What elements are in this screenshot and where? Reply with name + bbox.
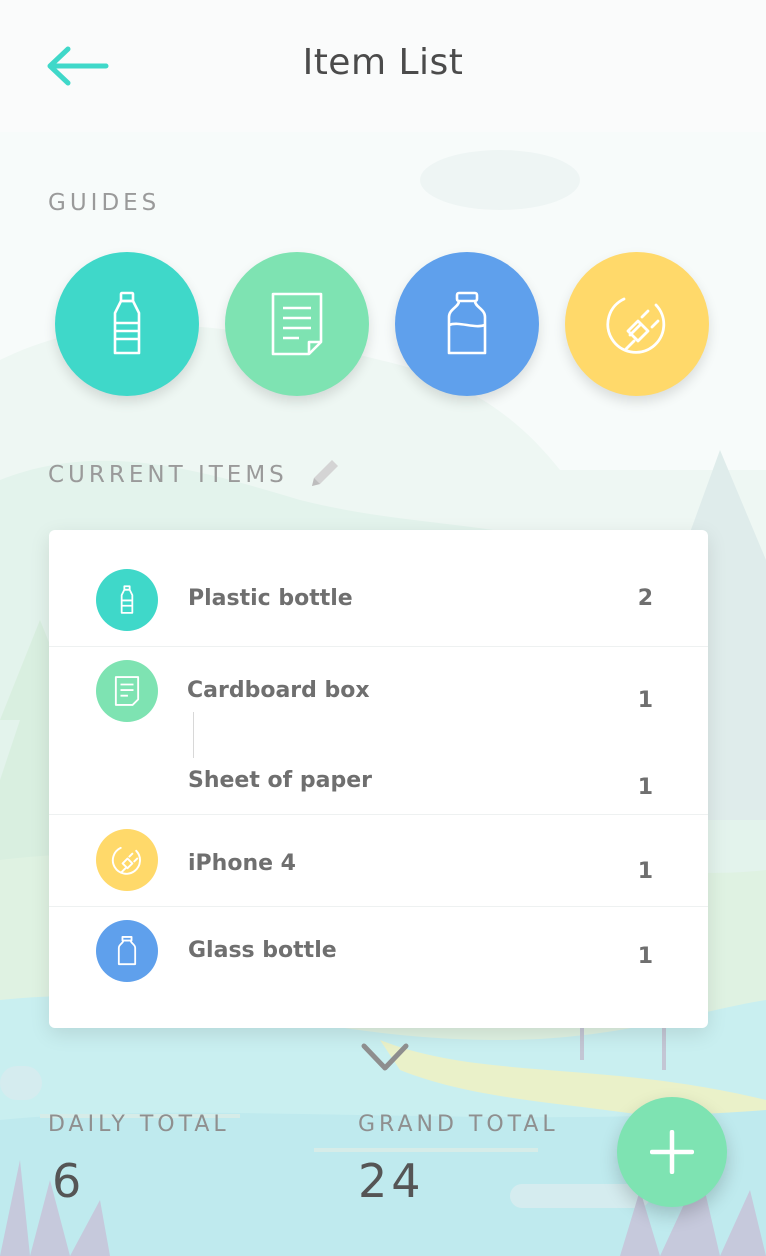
glass-bottle-icon: [117, 936, 137, 966]
plug-icon: [606, 297, 666, 354]
item-count: 1: [637, 944, 653, 969]
page-title: Item List: [302, 42, 464, 83]
item-name[interactable]: Plastic bottle: [188, 586, 353, 611]
add-item-button[interactable]: [617, 1097, 727, 1207]
chevron-down-icon[interactable]: [360, 1040, 410, 1074]
row-divider: [49, 906, 708, 907]
sub-item-name[interactable]: Sheet of paper: [188, 768, 372, 793]
row-divider: [49, 814, 708, 815]
plus-icon: [650, 1130, 694, 1174]
plastic-bottle-icon: [113, 291, 141, 355]
app-header: Item List: [0, 0, 766, 132]
sub-item-connector: [193, 712, 194, 758]
grand-total-value: 24: [358, 1154, 425, 1208]
plastic-bottle-icon: [120, 585, 134, 614]
plug-icon: [111, 846, 141, 875]
item-count: 1: [637, 859, 653, 884]
glass-bottle-icon: [447, 291, 487, 355]
paper-document-icon: [114, 676, 140, 706]
item-count: 1: [637, 688, 653, 713]
guide-electronics-button[interactable]: [565, 252, 709, 396]
grand-total-label: GRAND TOTAL: [358, 1112, 559, 1137]
guide-plastic-bottle-button[interactable]: [55, 252, 199, 396]
item-icon-badge: [96, 660, 158, 722]
item-name[interactable]: iPhone 4: [188, 851, 296, 876]
item-count: 2: [637, 586, 653, 611]
guide-paper-button[interactable]: [225, 252, 369, 396]
sub-item-count: 1: [637, 775, 653, 800]
daily-total-value: 6: [52, 1154, 86, 1208]
item-icon-badge: [96, 569, 158, 631]
current-items-card: Plastic bottle 2 Cardboard box 1 Sheet o…: [49, 530, 708, 1028]
paper-document-icon: [271, 292, 323, 356]
guide-glass-bottle-button[interactable]: [395, 252, 539, 396]
row-divider: [49, 646, 708, 647]
item-name[interactable]: Glass bottle: [188, 938, 337, 963]
pencil-icon[interactable]: [308, 456, 342, 490]
item-name[interactable]: Cardboard box: [187, 678, 370, 703]
current-items-label: CURRENT ITEMS: [48, 462, 288, 488]
item-icon-badge: [96, 829, 158, 891]
daily-total-label: DAILY TOTAL: [48, 1112, 230, 1137]
item-icon-badge: [96, 920, 158, 982]
guides-label: GUIDES: [48, 190, 161, 216]
